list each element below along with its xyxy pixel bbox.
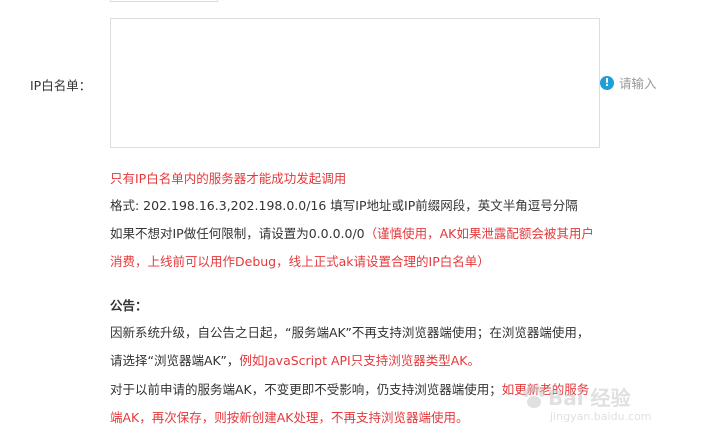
ip-whitelist-textarea[interactable] xyxy=(110,18,600,148)
announcement-title: 公告： xyxy=(110,298,148,313)
previous-field-input[interactable] xyxy=(110,0,218,2)
announcement-line-3-prefix: 对于以前申请的服务端AK，不变更即不受影响，仍支持浏览器端使用； xyxy=(110,382,502,397)
announcement-line-2-prefix: 请选择“浏览器端AK”， xyxy=(110,353,240,368)
no-limit-note: 如果不想对IP做任何限制，请设置为0.0.0.0/0（谨慎使用，AK如果泄露配额… xyxy=(110,226,594,242)
hint-text: 请输入 xyxy=(619,76,657,91)
announcement-line-4: 端AK，再次保存，则按新创建AK处理，不再支持浏览器端使用。 xyxy=(110,410,469,425)
announcement-line-3: 对于以前申请的服务端AK，不变更即不受影响，仍支持浏览器端使用；如更新老的服务 xyxy=(110,382,589,398)
no-limit-caution: （谨慎使用，AK如果泄露配额会被其用户 xyxy=(364,226,594,241)
whitelist-warning: 只有IP白名单内的服务器才能成功发起调用 xyxy=(110,171,347,186)
info-icon: ! xyxy=(600,75,614,90)
format-note: 格式: 202.198.16.3,202.198.0.0/16 填写IP地址或I… xyxy=(110,198,578,213)
announcement-line-1: 因新系统升级，自公告之日起，“服务端AK”不再支持浏览器端使用；在浏览器端使用， xyxy=(110,325,590,340)
baidu-jingyan-watermark: Bai 经验 jingyan.baidu.com xyxy=(520,382,670,428)
no-limit-prefix: 如果不想对IP做任何限制，请设置为0.0.0.0/0 xyxy=(110,226,365,241)
announcement-line-2: 请选择“浏览器端AK”，例如JavaScript API只支持浏览器类型AK。 xyxy=(110,353,480,369)
baidu-paw-icon xyxy=(523,385,545,408)
announcement-line-2-red: 例如JavaScript API只支持浏览器类型AK。 xyxy=(239,353,480,368)
ip-whitelist-hint: ! 请输入 xyxy=(600,73,657,92)
ip-whitelist-label: IP白名单： xyxy=(30,78,92,93)
watermark-text: Bai 经验 xyxy=(548,386,631,410)
no-limit-caution-cont: 消费，上线前可以用作Debug，线上正式ak请设置合理的IP白名单） xyxy=(110,254,490,269)
watermark-url: jingyan.baidu.com xyxy=(550,410,652,423)
